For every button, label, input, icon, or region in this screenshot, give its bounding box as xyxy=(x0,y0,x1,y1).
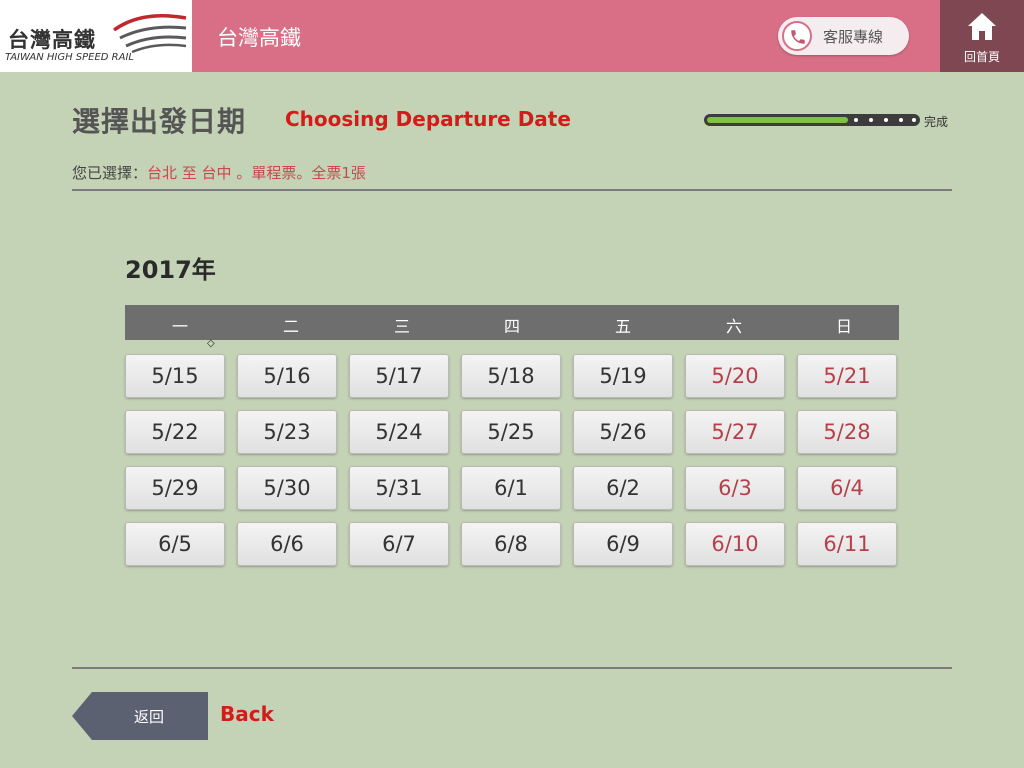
date-button[interactable]: 5/24 xyxy=(349,410,449,454)
date-button[interactable]: 5/19 xyxy=(573,354,673,398)
weekday-wed: 三 xyxy=(393,317,410,336)
date-button[interactable]: 6/2 xyxy=(573,466,673,510)
progress-fill xyxy=(707,117,848,123)
date-button[interactable]: 5/22 xyxy=(125,410,225,454)
home-button[interactable]: 回首頁 xyxy=(940,0,1024,72)
date-button[interactable]: 5/16 xyxy=(237,354,337,398)
home-icon xyxy=(968,13,996,40)
logo-text-zh: 台灣高鐵 xyxy=(8,28,96,52)
date-button[interactable]: 5/29 xyxy=(125,466,225,510)
progress-step-dot xyxy=(912,118,916,122)
progress-step-dot xyxy=(884,118,888,122)
date-button[interactable]: 6/8 xyxy=(461,522,561,566)
customer-service-button[interactable]: 客服專線 xyxy=(778,17,909,55)
progress-step-dot xyxy=(869,118,873,122)
date-button[interactable]: 5/25 xyxy=(461,410,561,454)
page-title-en: Choosing Departure Date xyxy=(285,107,571,131)
weekday-mon: 一 xyxy=(171,317,188,336)
weekday-header: 一 二 三 四 五 六 日 xyxy=(125,305,899,340)
top-bar: 台灣高鐵 TAIWAN HIGH SPEED RAIL 台灣高鐵 客服專線 回首… xyxy=(0,0,1024,72)
phone-icon xyxy=(782,21,812,51)
customer-service-label: 客服專線 xyxy=(823,28,884,46)
back-button-label: 返回 xyxy=(133,708,164,726)
weekday-sat: 六 xyxy=(725,317,742,336)
progress-bar xyxy=(704,114,920,126)
date-button[interactable]: 6/10 xyxy=(685,522,785,566)
weekday-sun: 日 xyxy=(835,317,852,336)
date-button[interactable]: 5/15 xyxy=(125,354,225,398)
divider xyxy=(72,667,952,669)
date-button[interactable]: 5/28 xyxy=(797,410,897,454)
date-button[interactable]: 6/9 xyxy=(573,522,673,566)
progress-step-dot xyxy=(854,118,858,122)
calendar-year: 2017年 xyxy=(125,256,216,284)
progress-step-dot xyxy=(899,118,903,122)
date-button[interactable]: 5/26 xyxy=(573,410,673,454)
weekday-thu: 四 xyxy=(503,317,520,336)
date-button[interactable]: 5/30 xyxy=(237,466,337,510)
weekday-fri: 五 xyxy=(614,317,631,336)
logo-swoosh-icon xyxy=(112,14,187,54)
date-button[interactable]: 6/11 xyxy=(797,522,897,566)
mouse-cursor-icon: ◇ xyxy=(207,338,215,349)
selection-value: 台北 至 台中 。單程票。全票1張 xyxy=(147,164,366,182)
date-button[interactable]: 6/6 xyxy=(237,522,337,566)
date-button[interactable]: 6/1 xyxy=(461,466,561,510)
logo[interactable]: 台灣高鐵 TAIWAN HIGH SPEED RAIL xyxy=(0,0,192,72)
divider xyxy=(72,189,952,191)
back-label-en: Back xyxy=(220,702,274,726)
page-title: 選擇出發日期 xyxy=(72,105,247,138)
date-button[interactable]: 5/18 xyxy=(461,354,561,398)
weekday-tue: 二 xyxy=(282,317,299,336)
progress-label: 完成 xyxy=(924,115,949,129)
date-button[interactable]: 5/31 xyxy=(349,466,449,510)
selection-prefix: 您已選擇： xyxy=(72,164,148,182)
date-button[interactable]: 5/27 xyxy=(685,410,785,454)
date-button[interactable]: 5/23 xyxy=(237,410,337,454)
date-button[interactable]: 5/20 xyxy=(685,354,785,398)
date-button[interactable]: 5/17 xyxy=(349,354,449,398)
logo-text-en: TAIWAN HIGH SPEED RAIL xyxy=(5,52,134,63)
date-button[interactable]: 6/3 xyxy=(685,466,785,510)
date-button[interactable]: 6/7 xyxy=(349,522,449,566)
header-title: 台灣高鐵 xyxy=(217,26,301,50)
date-button[interactable]: 6/5 xyxy=(125,522,225,566)
back-button[interactable]: 返回 xyxy=(72,692,208,740)
home-label: 回首頁 xyxy=(963,50,1000,64)
date-button[interactable]: 6/4 xyxy=(797,466,897,510)
selection-summary: 您已選擇：台北 至 台中 。單程票。全票1張 xyxy=(72,162,366,183)
date-button[interactable]: 5/21 xyxy=(797,354,897,398)
